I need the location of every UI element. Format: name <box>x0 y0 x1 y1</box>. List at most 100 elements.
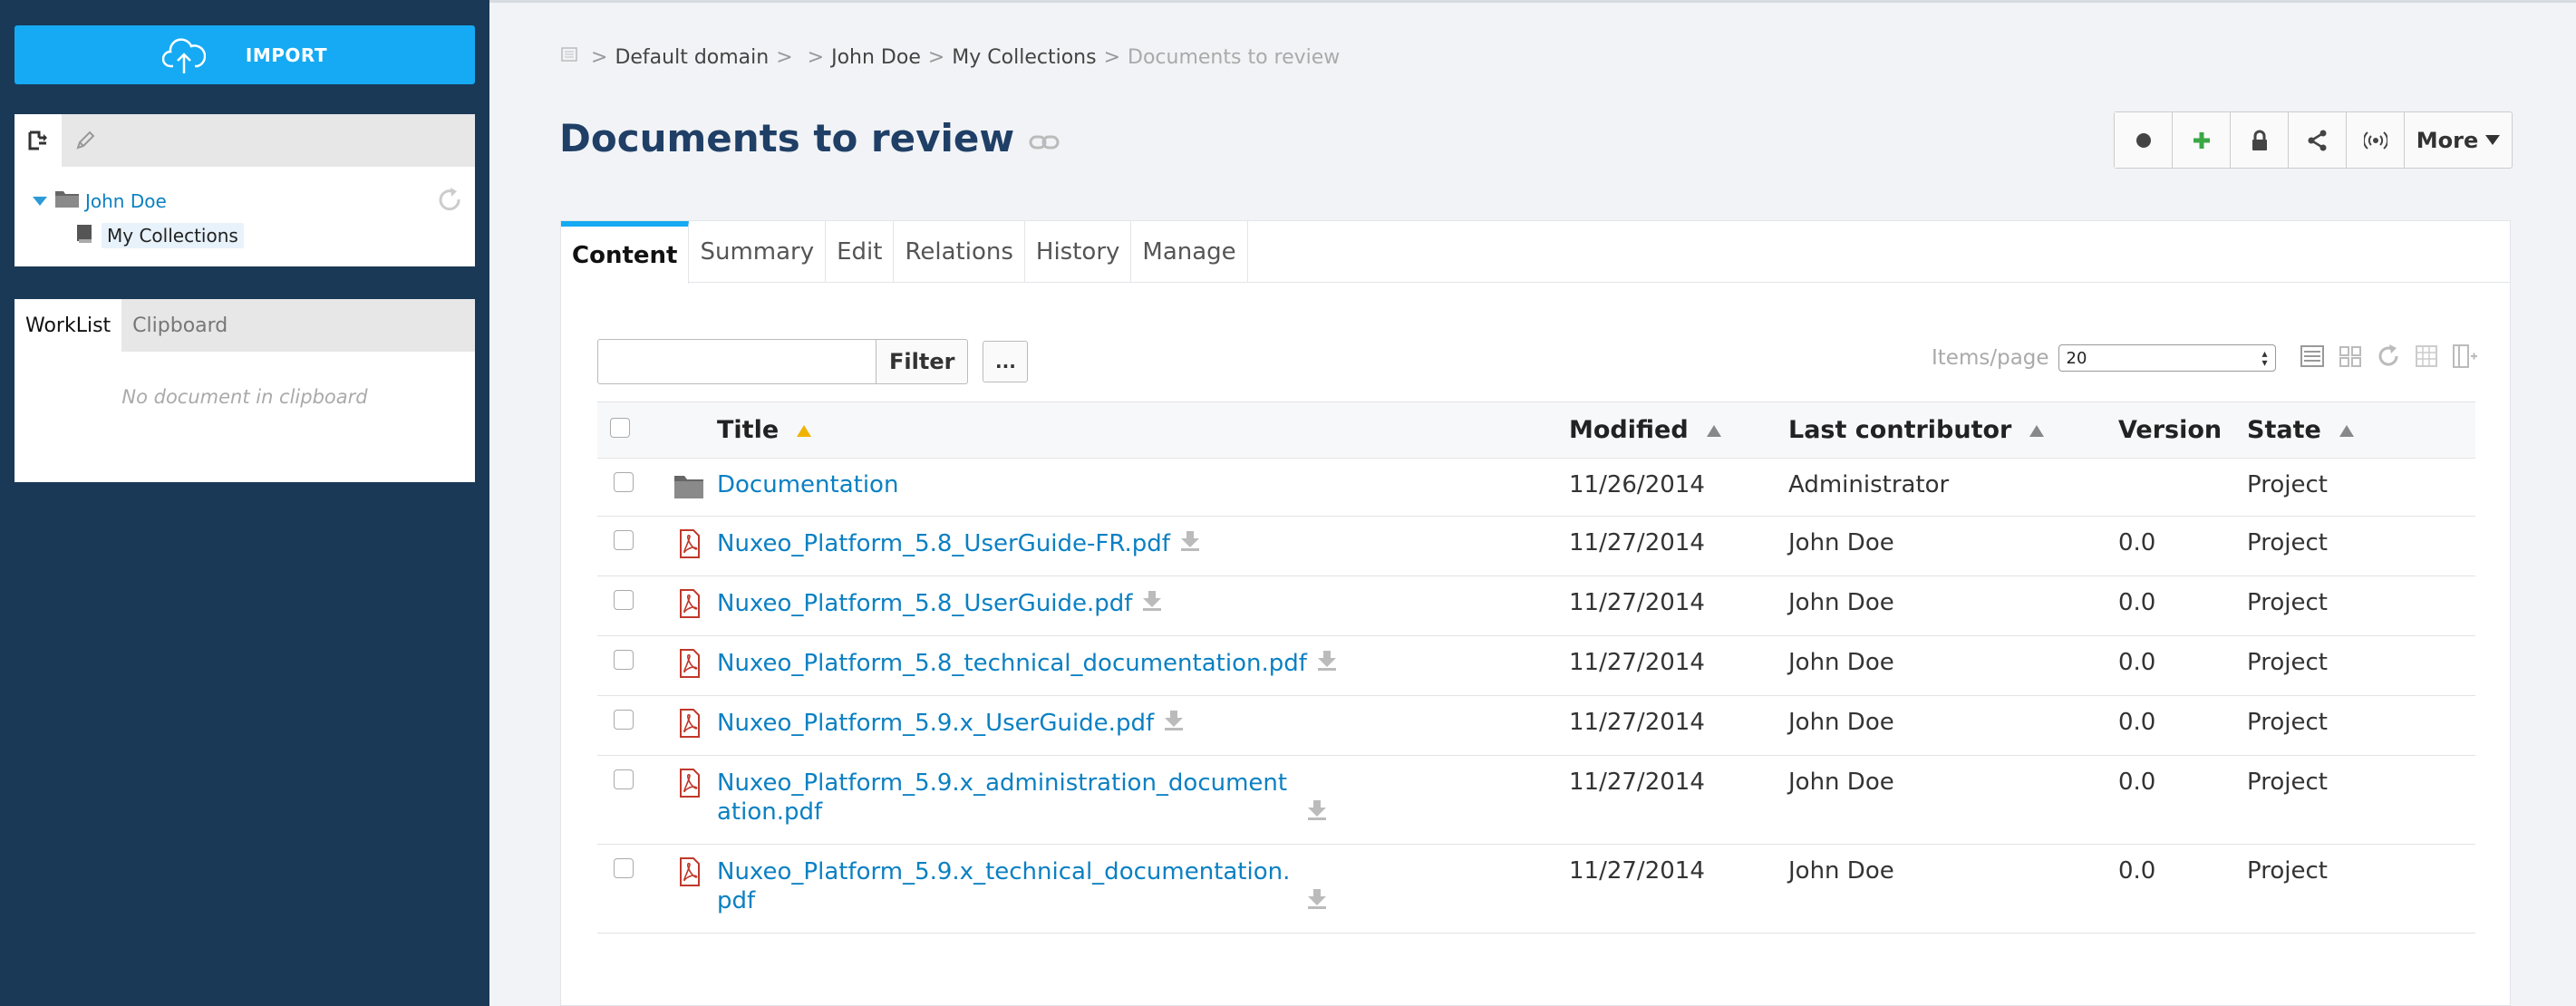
table-row[interactable]: Nuxeo_Platform_5.8_UserGuide-FR.pdf 11/2… <box>597 516 2475 576</box>
table-row[interactable]: Nuxeo_Platform_5.9.x_UserGuide.pdf 11/27… <box>597 695 2475 756</box>
row-checkbox[interactable] <box>614 472 634 492</box>
contributor-cell: John Doe <box>1788 635 2118 696</box>
select-all-checkbox[interactable] <box>610 418 630 438</box>
state-cell: Project <box>2247 576 2475 636</box>
tab-navigation-tree[interactable] <box>15 114 62 167</box>
filter-bar: Filter ... <box>597 339 1029 384</box>
row-checkbox[interactable] <box>614 710 634 730</box>
breadcrumb-separator: > <box>1103 45 1121 69</box>
caret-down-icon[interactable] <box>33 196 47 206</box>
row-checkbox[interactable] <box>614 530 634 550</box>
download-icon[interactable] <box>1304 798 1330 820</box>
document-title-link[interactable]: Documentation <box>717 471 898 498</box>
content-panel: Content Summary Edit Relations History M… <box>560 220 2511 1006</box>
document-title-link[interactable]: Nuxeo_Platform_5.9.x_technical_documenta… <box>717 857 1297 915</box>
tab-relations[interactable]: Relations <box>894 221 1025 283</box>
breadcrumb-john-doe[interactable]: John Doe <box>831 46 921 69</box>
state-cell: Project <box>2247 695 2475 756</box>
row-checkbox[interactable] <box>614 858 634 878</box>
pdf-icon <box>680 649 700 678</box>
contributor-cell: John Doe <box>1788 844 2118 933</box>
share-button[interactable] <box>2289 112 2347 168</box>
add-to-worklist-icon[interactable] <box>2451 343 2478 370</box>
download-icon[interactable] <box>1161 709 1186 730</box>
document-title-link[interactable]: Nuxeo_Platform_5.9.x_administration_docu… <box>717 769 1297 827</box>
header-modified[interactable]: Modified <box>1569 401 1788 459</box>
refresh-icon[interactable] <box>437 187 464 214</box>
breadcrumb-my-collections[interactable]: My Collections <box>952 46 1096 69</box>
tree-node-john-doe[interactable]: John Doe <box>33 189 167 213</box>
tab-clipboard[interactable]: Clipboard <box>121 299 238 352</box>
breadcrumb-default-domain[interactable]: Default domain <box>615 46 769 69</box>
modified-cell: 11/26/2014 <box>1569 458 1788 517</box>
version-cell: 0.0 <box>2118 755 2247 845</box>
tree-label-john-doe[interactable]: John Doe <box>85 190 167 212</box>
refresh-icon[interactable] <box>2375 343 2402 370</box>
document-title-link[interactable]: Nuxeo_Platform_5.8_technical_documentati… <box>717 650 1307 677</box>
document-title-link[interactable]: Nuxeo_Platform_5.9.x_UserGuide.pdf <box>717 710 1154 737</box>
items-per-page-select[interactable]: 20 ▴ ▾ <box>2058 344 2276 372</box>
sort-asc-icon[interactable] <box>2339 425 2354 437</box>
advanced-filter-button[interactable]: ... <box>983 341 1029 382</box>
document-title-link[interactable]: Nuxeo_Platform_5.8_UserGuide-FR.pdf <box>717 530 1170 557</box>
pdf-icon <box>680 769 700 798</box>
clipboard-tabs: WorkList Clipboard <box>15 299 475 352</box>
sort-asc-icon[interactable] <box>1706 425 1721 437</box>
import-button[interactable]: IMPORT <box>15 25 475 84</box>
modified-cell: 11/27/2014 <box>1569 755 1788 845</box>
state-cell: Project <box>2247 458 2475 517</box>
header-title[interactable]: Title <box>717 401 1569 459</box>
filter-input[interactable] <box>597 339 876 384</box>
download-icon[interactable] <box>1304 887 1330 909</box>
header-state[interactable]: State <box>2247 401 2475 459</box>
domain-home-icon[interactable] <box>560 45 578 63</box>
row-checkbox[interactable] <box>614 650 634 670</box>
pdf-icon <box>680 589 700 618</box>
top-divider <box>489 0 2576 3</box>
pencil-icon <box>76 131 95 150</box>
filter-button[interactable]: Filter <box>876 339 969 384</box>
table-row[interactable]: Documentation 11/26/2014 Administrator P… <box>597 458 2475 517</box>
tab-content[interactable]: Content <box>561 221 690 284</box>
folder-icon <box>55 191 79 208</box>
tab-history[interactable]: History <box>1025 221 1132 283</box>
triangle-down-icon <box>2485 135 2501 145</box>
download-icon[interactable] <box>1177 529 1203 551</box>
tab-edit[interactable]: Edit <box>826 221 895 283</box>
contributor-cell: John Doe <box>1788 576 2118 636</box>
table-row[interactable]: Nuxeo_Platform_5.8_technical_documentati… <box>597 635 2475 696</box>
download-icon[interactable] <box>1139 589 1165 611</box>
more-actions-button[interactable]: More <box>2405 112 2512 168</box>
tab-worklist[interactable]: WorkList <box>15 299 122 352</box>
modified-cell: 11/27/2014 <box>1569 576 1788 636</box>
tab-manage[interactable]: Manage <box>1131 221 1248 283</box>
pdf-icon <box>680 529 700 558</box>
permalink-icon[interactable] <box>1029 133 1060 151</box>
tab-summary[interactable]: Summary <box>689 221 827 283</box>
follow-button[interactable] <box>2115 112 2173 168</box>
download-icon[interactable] <box>1314 649 1340 671</box>
import-label: IMPORT <box>245 44 328 66</box>
document-title-link[interactable]: Nuxeo_Platform_5.8_UserGuide.pdf <box>717 590 1132 617</box>
spreadsheet-icon[interactable] <box>2413 343 2440 370</box>
sort-asc-icon[interactable] <box>2029 425 2045 437</box>
tree-node-my-collections[interactable]: My Collections <box>76 223 244 248</box>
thumbnail-view-icon[interactable] <box>2337 343 2364 370</box>
row-checkbox[interactable] <box>614 769 634 789</box>
version-cell <box>2118 458 2247 517</box>
subscribe-button[interactable] <box>2347 112 2405 168</box>
header-last-contributor[interactable]: Last contributor <box>1788 401 2118 459</box>
tab-edit-tree[interactable] <box>62 114 109 167</box>
add-to-collection-button[interactable] <box>2173 112 2231 168</box>
table-row[interactable]: Nuxeo_Platform_5.9.x_technical_documenta… <box>597 844 2475 933</box>
lock-button[interactable] <box>2231 112 2289 168</box>
sort-asc-icon[interactable] <box>797 425 812 437</box>
list-view-icon[interactable] <box>2299 343 2326 370</box>
row-checkbox[interactable] <box>614 590 634 610</box>
tree-label-my-collections[interactable]: My Collections <box>102 223 244 248</box>
table-row[interactable]: Nuxeo_Platform_5.9.x_administration_docu… <box>597 755 2475 845</box>
pdf-icon <box>680 857 700 886</box>
header-version[interactable]: Version <box>2118 401 2247 459</box>
modified-cell: 11/27/2014 <box>1569 695 1788 756</box>
table-row[interactable]: Nuxeo_Platform_5.8_UserGuide.pdf 11/27/2… <box>597 576 2475 636</box>
